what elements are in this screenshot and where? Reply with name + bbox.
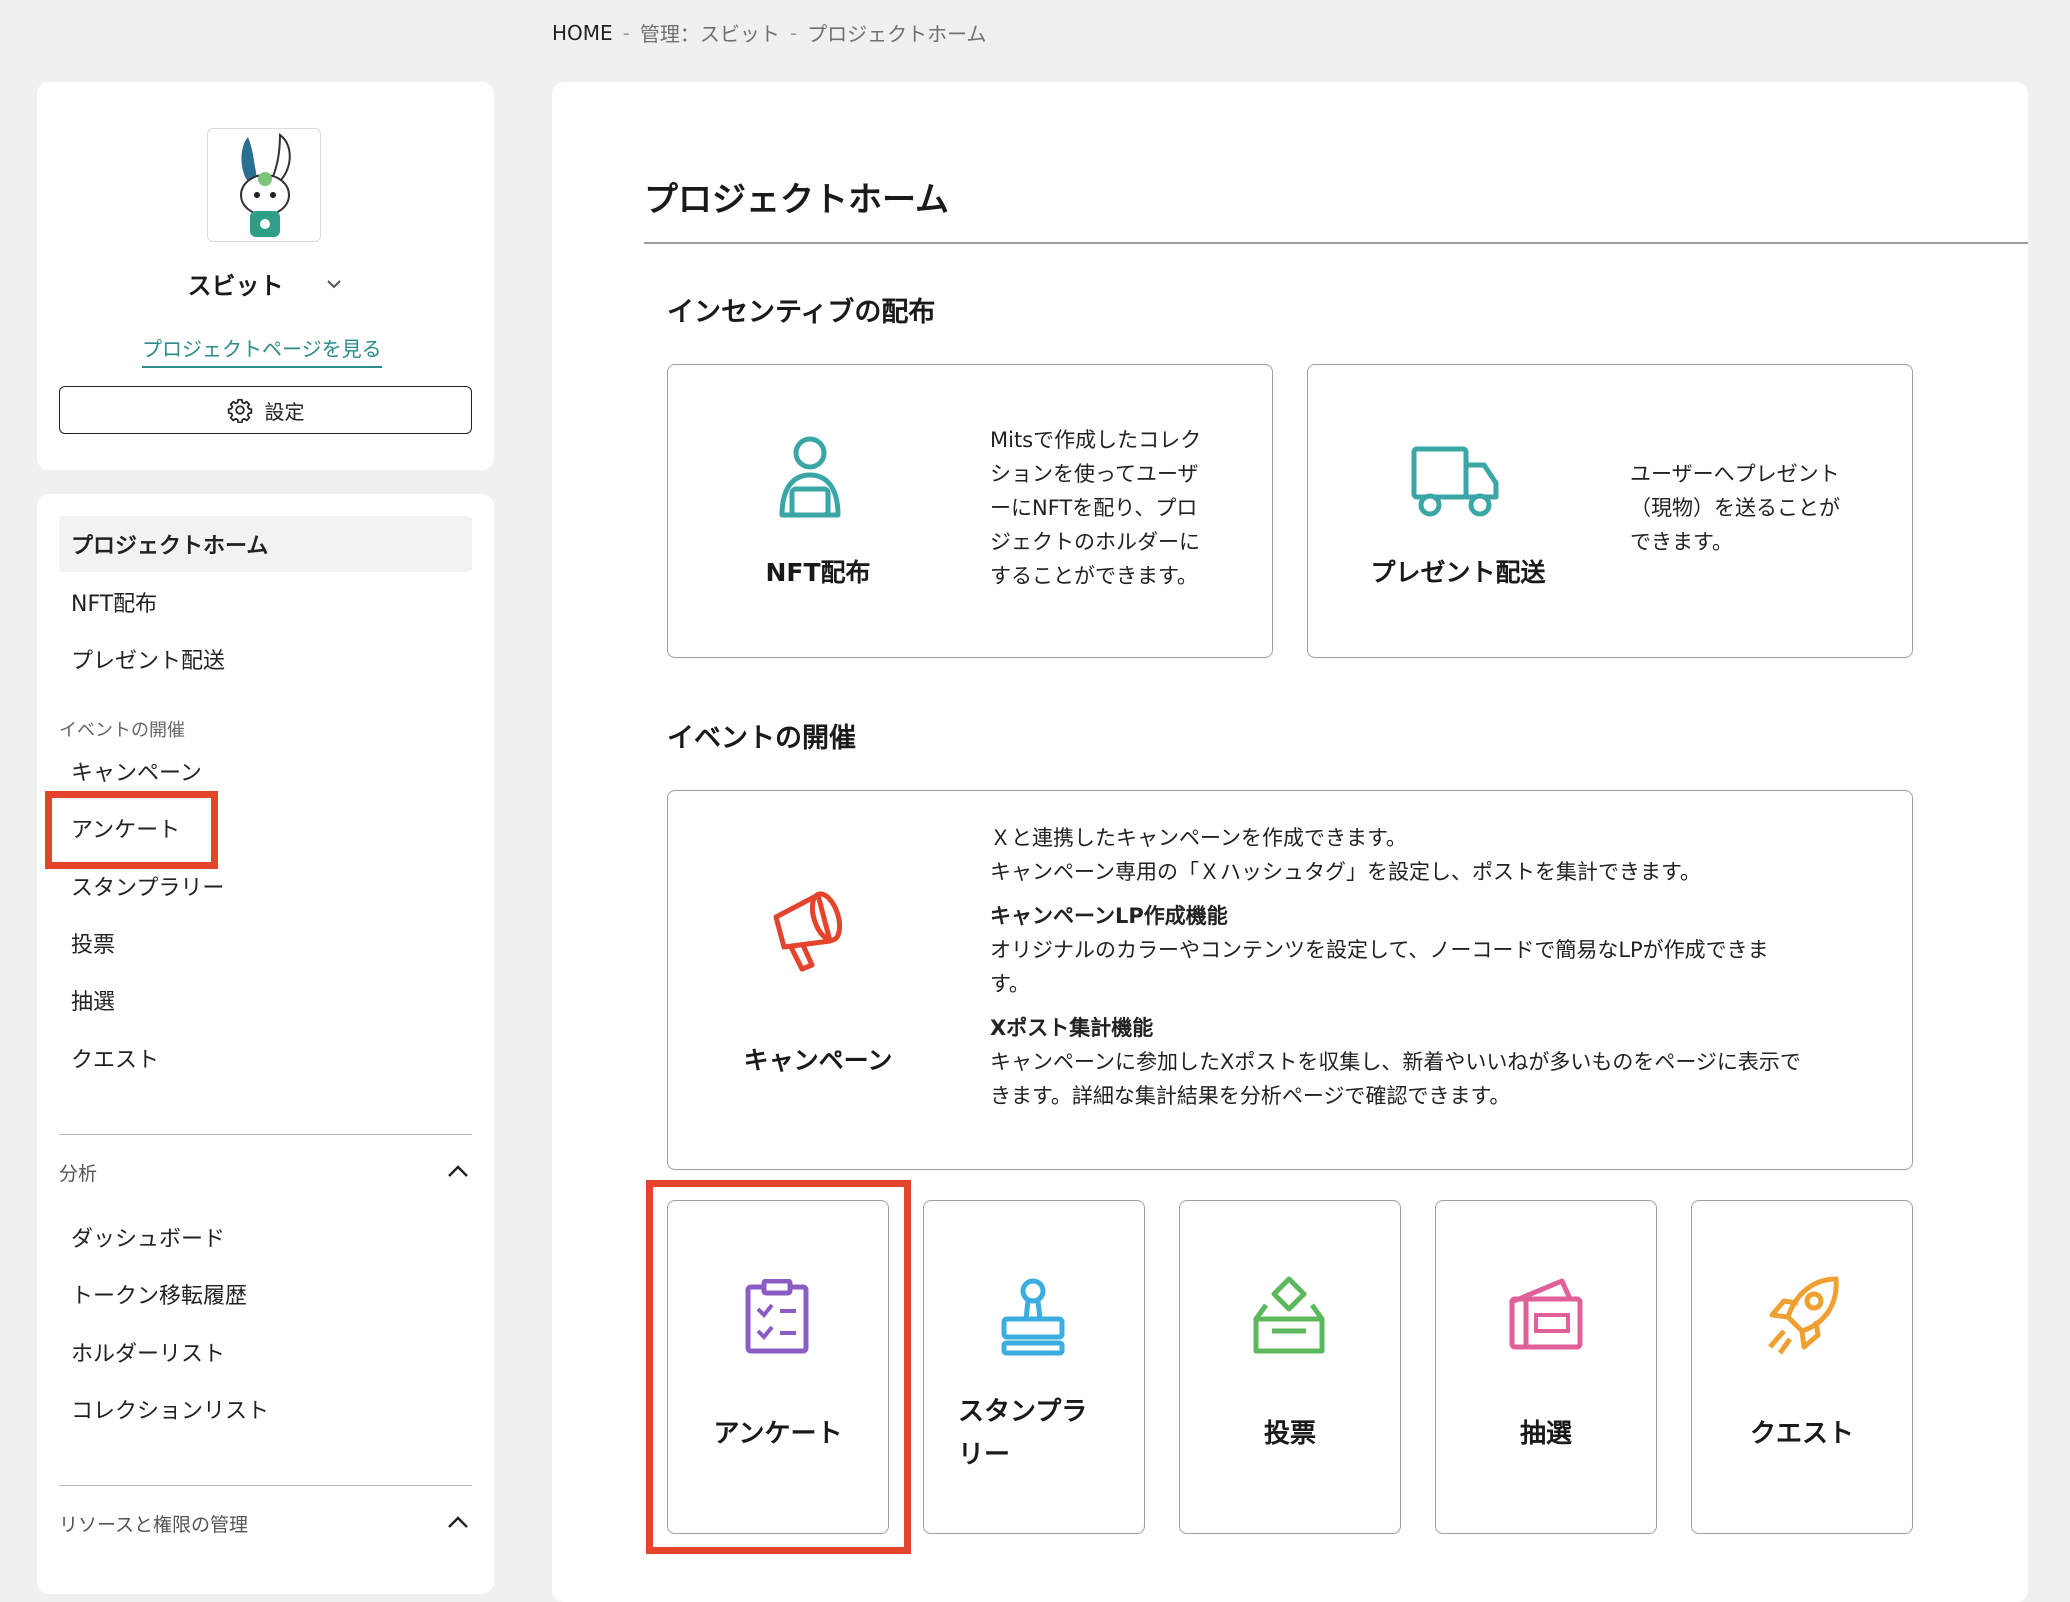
sidebar-nav: プロジェクトホーム NFT配布 プレゼント配送 イベントの開催 キャンペーン ア… xyxy=(37,494,494,1594)
megaphone-icon xyxy=(773,891,843,972)
sidebar-item-nft-distribution[interactable]: NFT配布 xyxy=(59,574,472,630)
present-delivery-description: ユーザーへプレゼント （現物）を送ることが できます。 xyxy=(1630,462,1840,554)
present-delivery-card[interactable]: プレゼント配送 ユーザーへプレゼント （現物）を送ることが できます。 xyxy=(1307,364,1913,658)
breadcrumb-current: プロジェクトホーム xyxy=(807,22,987,46)
project-page-link[interactable]: プロジェクトページを見る xyxy=(142,333,382,368)
truck-icon xyxy=(1411,446,1499,517)
lottery-label: 抽選 xyxy=(1519,1419,1572,1449)
stamp-icon xyxy=(1001,1278,1065,1356)
sidebar-section-analysis[interactable]: 分析 xyxy=(59,1152,472,1192)
ballot-box-icon xyxy=(1253,1276,1325,1354)
sidebar-item-project-home[interactable]: プロジェクトホーム xyxy=(59,516,472,572)
sidebar-group-events: イベントの開催 xyxy=(59,720,185,741)
sidebar-section-resources-label: リソースと権限の管理 xyxy=(59,1513,249,1536)
sidebar-section-resources[interactable]: リソースと権限の管理 xyxy=(59,1503,472,1543)
stamp-rally-card[interactable]: スタンプラ リー xyxy=(923,1200,1145,1534)
sidebar-item-present-delivery[interactable]: プレゼント配送 xyxy=(59,631,472,687)
page-title: プロジェクトホーム xyxy=(644,180,949,220)
project-profile-card: スビット プロジェクトページを見る 設定 xyxy=(37,82,494,470)
breadcrumb-separator: - xyxy=(622,20,630,45)
user-card-icon xyxy=(779,436,841,518)
sidebar-item-campaign[interactable]: キャンペーン xyxy=(59,743,472,799)
survey-clipboard-icon xyxy=(745,1279,809,1354)
breadcrumb-separator: - xyxy=(789,20,798,45)
present-delivery-label: プレゼント配送 xyxy=(1370,558,1546,587)
project-avatar xyxy=(207,128,321,242)
lottery-ticket-icon xyxy=(1509,1278,1583,1350)
stamp-rally-label: スタンプラ リー xyxy=(958,1397,1088,1470)
rabbit-mascot-icon xyxy=(240,133,291,237)
sidebar-divider xyxy=(59,1485,472,1486)
chevron-up-icon[interactable] xyxy=(444,1509,472,1537)
chevron-down-icon[interactable] xyxy=(324,274,344,294)
nft-distribution-description: Mitsで作成したコレク ションを使ってユーザ ーにNFTを配り、プロ ジェクト… xyxy=(990,428,1202,588)
breadcrumb-home[interactable]: HOME xyxy=(552,21,613,45)
title-divider xyxy=(644,242,2028,244)
section-title-incentive: インセンティブの配布 xyxy=(667,297,936,328)
nft-distribution-label: NFT配布 xyxy=(765,558,871,587)
vote-card[interactable]: 投票 xyxy=(1179,1200,1401,1534)
breadcrumb-admin[interactable]: 管理：スビット xyxy=(640,18,780,47)
quest-label: クエスト xyxy=(1749,1419,1854,1449)
breadcrumb: HOME - 管理：スビット - プロジェクトホーム xyxy=(552,18,987,47)
sidebar-item-lottery[interactable]: 抽選 xyxy=(59,972,472,1028)
section-title-events: イベントの開催 xyxy=(667,723,856,754)
quest-card[interactable]: クエスト xyxy=(1691,1200,1913,1534)
campaign-card[interactable]: キャンペーン Ｘと連携したキャンペーンを作成できます。 キャンペーン専用の「Ｘハ… xyxy=(667,790,1913,1170)
lottery-card[interactable]: 抽選 xyxy=(1435,1200,1657,1534)
sidebar-item-quest[interactable]: クエスト xyxy=(59,1030,472,1086)
sidebar-divider xyxy=(59,1134,472,1135)
survey-label: アンケート xyxy=(713,1419,843,1449)
main-content: プロジェクトホーム インセンティブの配布 NFT配布 Mitsで作成したコレク … xyxy=(552,82,2028,1602)
survey-card[interactable]: アンケート xyxy=(667,1200,889,1534)
vote-label: 投票 xyxy=(1263,1419,1316,1449)
campaign-label: キャンペーン xyxy=(743,1046,893,1075)
sidebar-item-holder-list[interactable]: ホルダーリスト xyxy=(59,1324,472,1380)
x-post-aggregation-heading: Xポスト集計機能 xyxy=(990,1016,1154,1040)
nft-distribution-card[interactable]: NFT配布 Mitsで作成したコレク ションを使ってユーザ ーにNFTを配り、プ… xyxy=(667,364,1273,658)
settings-label: 設定 xyxy=(264,399,305,424)
sidebar-item-collection-list[interactable]: コレクションリスト xyxy=(59,1381,472,1437)
sidebar-item-dashboard[interactable]: ダッシュボード xyxy=(59,1209,472,1265)
rocket-icon xyxy=(1768,1276,1839,1355)
settings-button[interactable]: 設定 xyxy=(59,386,472,434)
sidebar-section-analysis-label: 分析 xyxy=(59,1162,98,1185)
sidebar-item-token-transfer-history[interactable]: トークン移転履歴 xyxy=(59,1266,472,1322)
sidebar-item-survey[interactable]: アンケート xyxy=(59,800,472,856)
project-name: スビット xyxy=(187,272,284,300)
gear-icon xyxy=(227,398,252,423)
sidebar-item-stamp-rally[interactable]: スタンプラリー xyxy=(59,858,472,914)
campaign-lp-heading: キャンペーンLP作成機能 xyxy=(990,904,1228,928)
chevron-up-icon[interactable] xyxy=(444,1158,472,1186)
sidebar-item-vote[interactable]: 投票 xyxy=(59,915,472,971)
campaign-description: Ｘと連携したキャンペーンを作成できます。 キャンペーン専用の「Ｘハッシュタグ」を… xyxy=(990,821,1890,1113)
